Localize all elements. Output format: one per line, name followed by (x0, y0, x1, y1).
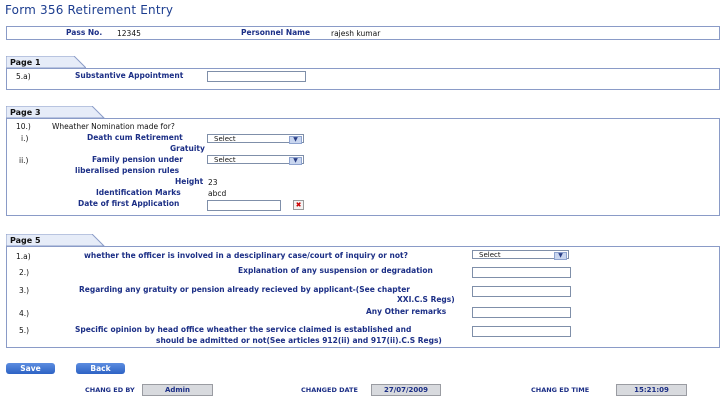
back-button[interactable]: Back (76, 363, 125, 374)
liberalised-pension-label: liberalised pension rules (75, 166, 180, 175)
family-pension-selected: Select (214, 156, 236, 164)
head-office-opinion-label: Specific opinion by head office wheather… (75, 325, 412, 334)
page1-tab-label: Page 1 (10, 58, 41, 67)
gratuity-pension-regs-label: XXI.C.S Regs) (397, 295, 455, 304)
save-button[interactable]: Save (6, 363, 55, 374)
chevron-down-icon[interactable]: ▼ (289, 136, 302, 144)
personnel-name-value: rajesh kumar (331, 29, 381, 38)
q-i-number: i.) (21, 134, 29, 143)
identification-marks-label: Identification Marks (96, 188, 181, 197)
personnel-name-label: Personnel Name (241, 28, 311, 37)
chevron-down-icon[interactable]: ▼ (289, 157, 302, 165)
suspension-explanation-input[interactable] (472, 267, 571, 278)
gratuity-label: Gratuity (170, 144, 205, 153)
page5-tab-label: Page 5 (10, 236, 41, 245)
p5-row1-number: 1.a) (16, 252, 31, 261)
death-cum-retirement-label: Death cum Retirement (87, 133, 183, 142)
calendar-icon[interactable]: ✖ (293, 200, 304, 210)
q10-text: Wheather Nomination made for? (52, 122, 175, 131)
pass-no-value: 12345 (117, 29, 141, 38)
disciplinary-case-selected: Select (479, 251, 501, 259)
disciplinary-case-label: whether the officer is involved in a des… (84, 251, 408, 260)
identification-marks-value: abcd (208, 189, 227, 198)
death-gratuity-select[interactable]: Select ▼ (207, 134, 304, 144)
changed-date-label: CHANGED DATE (301, 386, 358, 394)
page3-tab-label: Page 3 (10, 108, 41, 117)
changed-by-label: CHANG ED BY (85, 386, 135, 394)
gratuity-pension-received-input[interactable] (472, 286, 571, 297)
q10-number: 10.) (16, 122, 31, 131)
height-label: Height (175, 177, 204, 186)
other-remarks-label: Any Other remarks (366, 307, 447, 316)
death-gratuity-selected: Select (214, 135, 236, 143)
changed-time-label: CHANG ED TIME (531, 386, 590, 394)
changed-date-value: 27/07/2009 (371, 384, 441, 396)
page-title: Form 356 Retirement Entry (5, 3, 174, 17)
p5-row2-number: 2.) (19, 268, 30, 277)
other-remarks-input[interactable] (472, 307, 571, 318)
chevron-down-icon[interactable]: ▼ (554, 252, 567, 260)
p5-row3-number: 3.) (19, 286, 30, 295)
p5-row4-number: 4.) (19, 309, 30, 318)
family-pension-label: Family pension under (92, 155, 183, 164)
substantive-appointment-label: Substantive Appointment (75, 71, 184, 80)
head-office-opinion-input[interactable] (472, 326, 571, 337)
q-ii-number: ii.) (19, 156, 29, 165)
pass-no-label: Pass No. (66, 28, 103, 37)
date-first-application-label: Date of first Application (78, 199, 180, 208)
family-pension-select[interactable]: Select ▼ (207, 155, 304, 165)
page1-row-number: 5.a) (16, 72, 31, 81)
suspension-explanation-label: Explanation of any suspension or degrada… (238, 266, 433, 275)
p5-row5-number: 5.) (19, 326, 30, 335)
changed-time-value: 15:21:09 (616, 384, 687, 396)
substantive-appointment-input[interactable] (207, 71, 306, 82)
disciplinary-case-select[interactable]: Select ▼ (472, 250, 569, 260)
date-first-application-input[interactable] (207, 200, 281, 211)
height-value: 23 (208, 178, 218, 187)
head-office-opinion-regs-label: should be admitted or not(See articles 9… (156, 336, 442, 345)
changed-by-value: Admin (142, 384, 213, 396)
gratuity-pension-received-label: Regarding any gratuity or pension alread… (79, 285, 410, 294)
